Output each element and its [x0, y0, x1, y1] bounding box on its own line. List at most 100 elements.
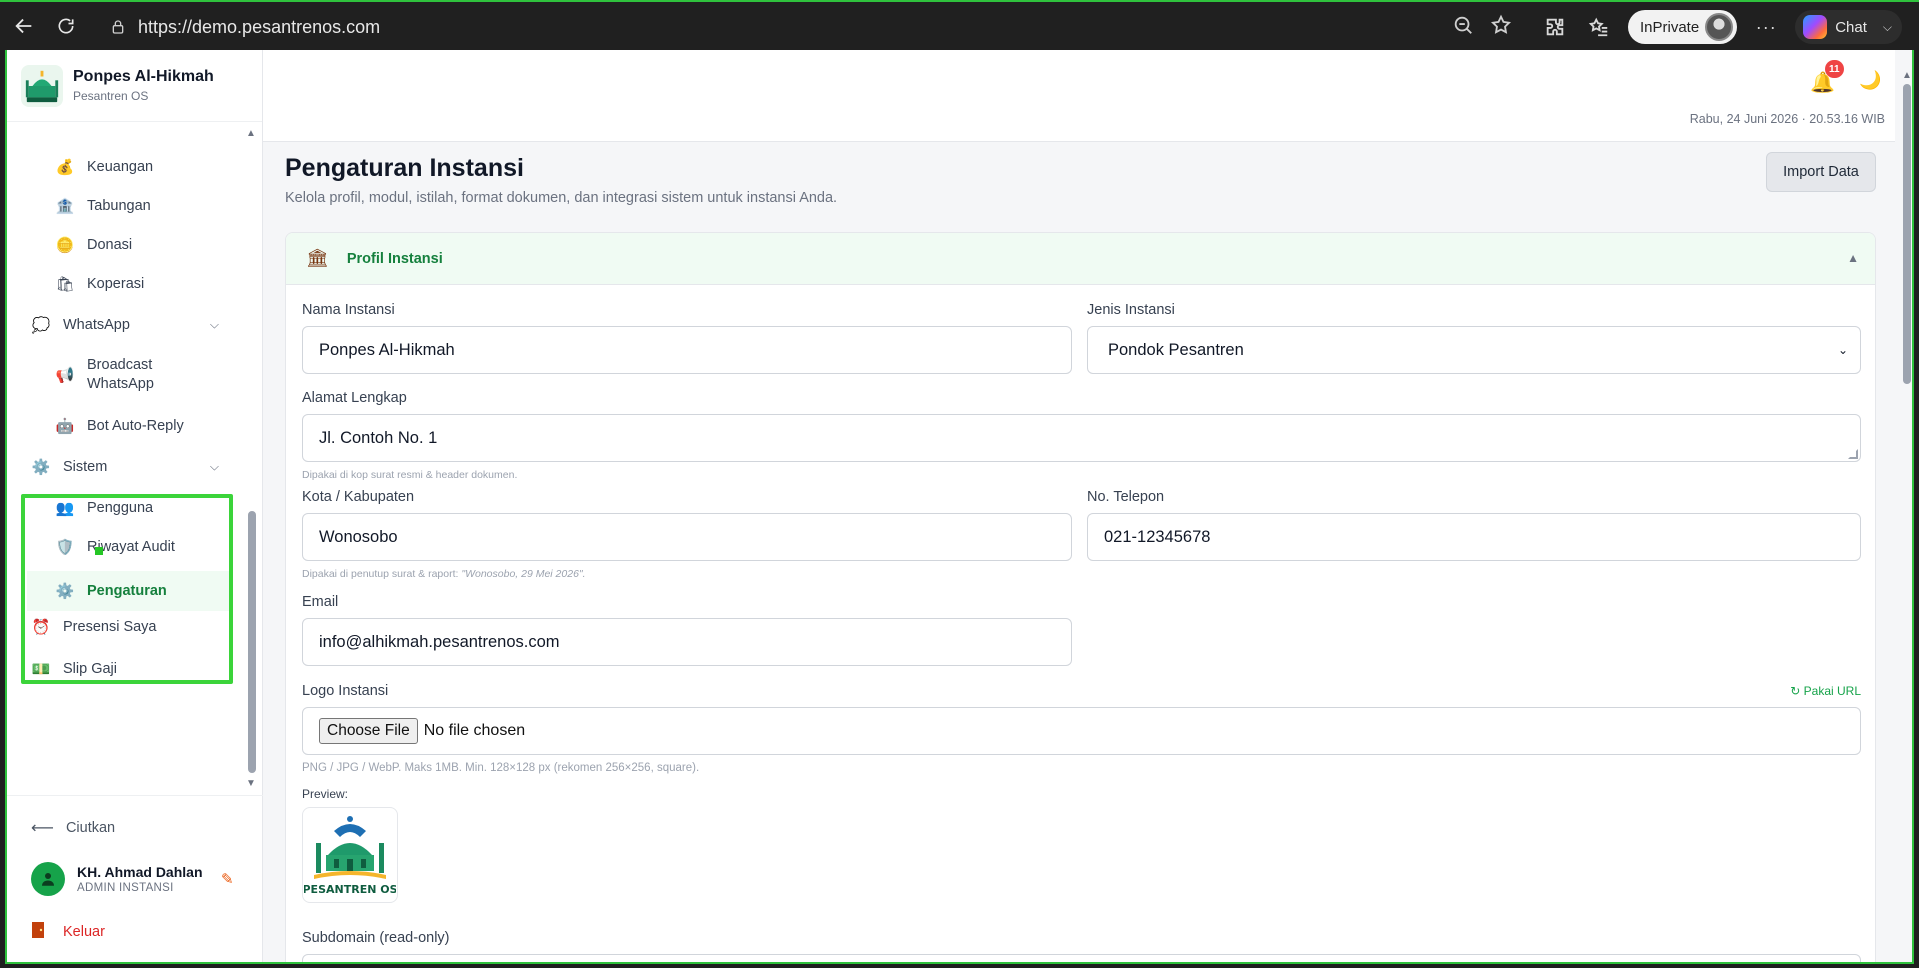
favorite-star-icon[interactable] — [1490, 14, 1512, 41]
chevron-down-icon: ⌵ — [209, 459, 219, 474]
logout-label: Keluar — [63, 924, 105, 940]
sidebar-group-sistem[interactable]: ⚙️ Sistem ⌵ — [31, 452, 231, 482]
arrow-left-icon: ⟵ — [31, 820, 54, 837]
copilot-icon — [1803, 15, 1828, 39]
user-avatar-icon — [31, 862, 65, 896]
profile-card: 🏛 Profil Instansi ▲ Nama Instansi Ponpes… — [285, 232, 1876, 962]
sidebar: Ponpes Al-Hikmah Pesantren OS 💰 Keuangan… — [7, 50, 263, 962]
email-label: Email — [302, 594, 339, 610]
main-scrollbar[interactable]: ▲ — [1899, 50, 1912, 962]
jenis-instansi-select[interactable]: Pondok Pesantren ⌄ — [1087, 326, 1861, 374]
sidebar-item-tabungan[interactable]: 🏦 Tabungan — [55, 191, 235, 221]
top-bar: 🔔 11 🌙 Rabu, 24 Juni 2026 · 20.53.16 WIB — [263, 50, 1895, 142]
sidebar-item-label: Koperasi — [87, 276, 145, 292]
favorites-list-icon[interactable] — [1584, 12, 1614, 42]
nama-instansi-input[interactable]: Ponpes Al-Hikmah — [302, 326, 1072, 374]
copilot-chat-button[interactable]: Chat ⌵ — [1795, 10, 1902, 44]
user-name: KH. Ahmad Dahlan — [77, 864, 203, 880]
kota-hint-example: "Wonosobo, 29 Mei 2026". — [461, 568, 586, 580]
sidebar-item-label: Broadcast WhatsApp — [87, 357, 154, 392]
arrow-left-icon — [15, 18, 32, 34]
sidebar-item-label: Donasi — [87, 237, 133, 253]
more-dots-icon: ··· — [1755, 16, 1777, 37]
preview-label: Preview: — [302, 787, 349, 801]
sidebar-item-label: Tabungan — [87, 198, 151, 214]
pesantren-logo-icon: PESANTREN OS — [304, 816, 396, 896]
logout-button[interactable]: Keluar — [31, 921, 105, 943]
sidebar-item-koperasi[interactable]: 🛍 Koperasi — [55, 269, 235, 299]
sidebar-item-donasi[interactable]: 🪙 Donasi — [55, 230, 235, 260]
choose-file-button[interactable]: Choose File — [319, 718, 418, 744]
pakai-url-link[interactable]: ↻ Pakai URL — [1790, 684, 1861, 698]
highlight-box — [21, 494, 233, 684]
logo-text: PESANTREN OS — [304, 883, 396, 896]
main-content: 🔔 11 🌙 Rabu, 24 Juni 2026 · 20.53.16 WIB… — [263, 50, 1912, 962]
sidebar-scrollbar-thumb[interactable] — [248, 511, 256, 773]
jenis-instansi-value: Pondok Pesantren — [1108, 340, 1244, 359]
user-profile[interactable]: KH. Ahmad Dahlan ADMIN INSTANSI ✎ — [31, 862, 234, 896]
collapse-triangle-icon[interactable]: ▲ — [1847, 251, 1859, 265]
kota-input[interactable]: Wonosobo — [302, 513, 1072, 561]
logo-file-input[interactable]: Choose File No file chosen — [302, 707, 1861, 755]
alamat-textarea[interactable]: Jl. Contoh No. 1 — [302, 414, 1861, 462]
gear-icon: ⚙️ — [31, 459, 51, 476]
sidebar-item-broadcast-whatsapp[interactable]: 📢 Broadcast WhatsApp — [55, 353, 235, 397]
brand-subtitle: Pesantren OS — [73, 89, 149, 103]
kota-value: Wonosobo — [319, 527, 398, 546]
nama-instansi-label: Nama Instansi — [302, 302, 395, 318]
chat-label: Chat — [1835, 18, 1867, 36]
sidebar-menu: 💰 Keuangan 🏦 Tabungan 🪙 Donasi 🛍 Koperas… — [7, 126, 247, 794]
page-viewport: Ponpes Al-Hikmah Pesantren OS 💰 Keuangan… — [5, 50, 1914, 964]
pencil-icon[interactable]: ✎ — [221, 870, 234, 888]
page-title: Pengaturan Instansi — [285, 154, 524, 182]
resize-handle-icon[interactable] — [1848, 449, 1858, 459]
bank-icon: 🏛 — [306, 248, 329, 268]
logo-label: Logo Instansi — [302, 683, 389, 699]
sidebar-item-keuangan[interactable]: 💰 Keuangan — [55, 152, 235, 182]
door-icon — [31, 921, 45, 943]
sidebar-item-label: Keuangan — [87, 159, 154, 175]
url-text: https://demo.pesantrenos.com — [138, 16, 381, 37]
collapse-sidebar-button[interactable]: ⟵ Ciutkan — [31, 818, 115, 838]
address-bar[interactable]: https://demo.pesantrenos.com — [96, 10, 1516, 44]
sidebar-item-bot-auto-reply[interactable]: 🤖 Bot Auto-Reply — [55, 411, 235, 441]
chevron-down-icon: ⌵ — [209, 317, 219, 332]
refresh-icon — [58, 18, 74, 34]
refresh-button[interactable] — [48, 8, 84, 44]
user-role: ADMIN INSTANSI — [77, 882, 174, 894]
chevron-down-icon: ⌄ — [1837, 343, 1848, 357]
scroll-up-arrow-icon[interactable]: ▲ — [1902, 70, 1912, 81]
subdomain-label: Subdomain (read-only) — [302, 930, 450, 946]
more-menu-button[interactable]: ··· — [1751, 12, 1781, 42]
scroll-up-arrow-icon[interactable]: ▲ — [246, 128, 256, 139]
chat-bubble-icon: 💭 — [31, 317, 51, 334]
sidebar-group-whatsapp[interactable]: 💭 WhatsApp ⌵ — [31, 310, 231, 340]
telepon-value: 021-12345678 — [1104, 527, 1211, 546]
sidebar-footer: ⟵ Ciutkan KH. Ahmad Dahlan ADMIN INSTANS… — [7, 795, 263, 940]
section-title: Profil Instansi — [346, 250, 443, 267]
subdomain-input — [302, 954, 1861, 962]
main-scrollbar-thumb[interactable] — [1903, 84, 1911, 384]
import-data-button[interactable]: Import Data — [1766, 152, 1876, 192]
scroll-down-arrow-icon[interactable]: ▼ — [246, 778, 256, 789]
profile-section-header[interactable]: 🏛 Profil Instansi ▲ — [286, 233, 1875, 285]
dark-mode-toggle-icon[interactable]: 🌙 — [1859, 70, 1881, 91]
brand-name: Ponpes Al-Hikmah — [73, 68, 214, 85]
extensions-icon[interactable] — [1540, 12, 1570, 42]
brand-header[interactable]: Ponpes Al-Hikmah Pesantren OS — [7, 50, 262, 122]
zoom-icon[interactable] — [1452, 14, 1474, 41]
inprivate-profile-button[interactable]: InPrivate — [1628, 10, 1738, 44]
back-button[interactable] — [6, 8, 42, 44]
telepon-input[interactable]: 021-12345678 — [1087, 513, 1861, 561]
sidebar-scrollbar[interactable]: ▲ ▼ — [245, 126, 259, 794]
telepon-label: No. Telepon — [1087, 489, 1165, 505]
logo-preview: PESANTREN OS — [302, 807, 398, 903]
inprivate-label: InPrivate — [1640, 18, 1700, 36]
alamat-label: Alamat Lengkap — [302, 390, 407, 406]
notification-badge: 11 — [1825, 60, 1844, 78]
sidebar-item-label: WhatsApp — [63, 317, 130, 333]
email-input[interactable]: info@alhikmah.pesantrenos.com — [302, 618, 1072, 666]
cursor-marker — [95, 547, 103, 555]
alamat-hint: Dipakai di kop surat resmi & header doku… — [302, 469, 518, 481]
robot-icon: 🤖 — [55, 418, 75, 435]
